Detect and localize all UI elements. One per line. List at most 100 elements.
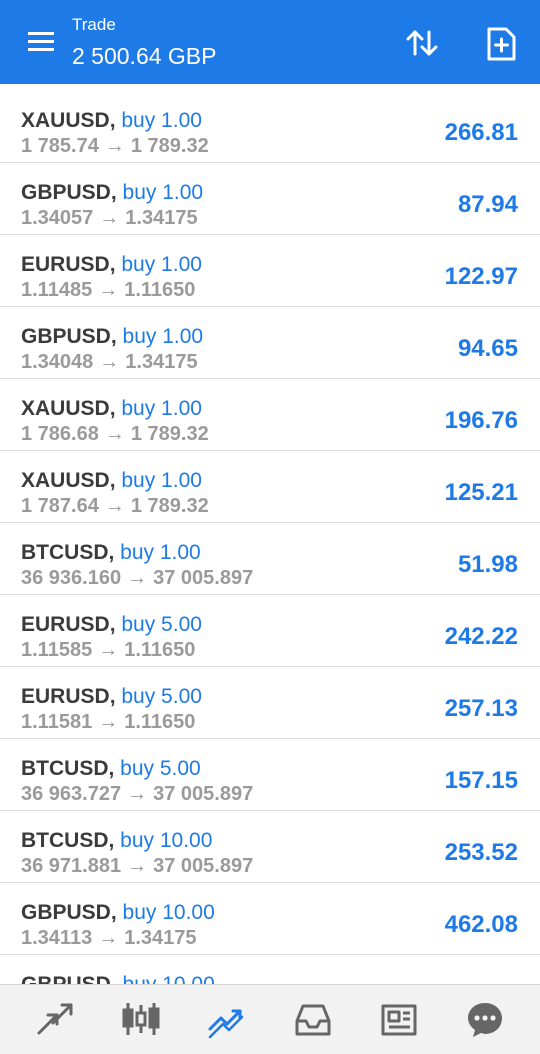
position-title: EURUSD, buy 1.00 [21,253,202,277]
position-prices: 1 786.68 → 1 789.32 [21,423,209,446]
arrow-right-icon: → [127,567,148,589]
separator: , [110,325,123,348]
separator: , [109,685,122,708]
position-profit: 266.81 [444,119,518,146]
position-profit: 242.22 [444,623,518,650]
open-price: 1.34048 [21,351,94,373]
arrow-right-icon: → [98,711,119,733]
position-symbol: GBPUSD [21,973,111,984]
position-symbol: XAUUSD [21,469,110,492]
position-side: buy 10.00 [120,829,213,852]
position-title: BTCUSD, buy 5.00 [21,757,201,781]
positions-list[interactable]: XAUUSD, buy 1.00 1 785.74 → 1 789.32 266.81 G… [0,84,540,984]
current-price: 1.34175 [124,927,197,949]
separator: , [108,541,121,564]
position-title: XAUUSD, buy 1.00 [21,109,202,133]
position-row[interactable]: GBPUSD, buy 1.00 1.34057 → 1.34175 87.94 [0,163,540,235]
position-side: buy 10.00 [123,973,215,984]
position-symbol: GBPUSD [21,901,111,924]
history-icon[interactable] [293,999,333,1039]
current-price: 1.34175 [125,207,198,229]
quotes-icon[interactable] [35,999,75,1039]
position-row[interactable]: EURUSD, buy 5.00 1.11581 → 1.11650 257.13 [0,667,540,739]
separator: , [111,973,123,984]
separator: , [110,181,123,204]
position-side: buy 10.00 [122,901,215,924]
current-price: 1.34175 [125,351,198,373]
position-row[interactable]: EURUSD, buy 5.00 1.11585 → 1.11650 242.22 [0,595,540,667]
arrow-right-icon: → [104,495,125,517]
open-price: 36 963.727 [21,783,122,805]
position-symbol: BTCUSD [21,757,109,780]
position-side: buy 1.00 [121,469,202,492]
position-row[interactable]: GBPUSD, buy 1.00 1.34048 → 1.34175 94.65 [0,307,540,379]
arrow-right-icon: → [104,423,125,445]
arrow-right-icon: → [99,207,120,229]
separator: , [109,109,122,132]
position-prices: 1.11581 → 1.11650 [21,711,195,734]
position-side: buy 1.00 [122,181,204,204]
separator: , [108,829,121,852]
chart-icon[interactable] [121,999,161,1039]
position-prices: 1 785.74 → 1 789.32 [21,135,209,158]
sort-icon[interactable] [402,24,442,64]
position-profit: 122.97 [444,263,518,290]
position-row[interactable]: EURUSD, buy 1.00 1.11485 → 1.11650 122.97 [0,235,540,307]
arrow-right-icon: → [98,639,119,661]
position-prices: 1.34113 → 1.34175 [21,927,197,950]
account-balance: 2 500.64 GBP [72,43,217,69]
position-prices: 36 936.160 → 37 005.897 [21,567,253,590]
position-title: GBPUSD, buy 1.00 [21,325,203,349]
current-price: 37 005.897 [153,567,254,589]
open-price: 36 971.881 [21,855,122,877]
separator: , [109,397,122,420]
top-app-bar: Trade 2 500.64 GBP [0,0,540,84]
position-side: buy 1.00 [120,541,201,564]
position-row[interactable]: BTCUSD, buy 10.00 36 971.881 → 37 005.897 25… [0,811,540,883]
current-price: 1 789.32 [130,423,209,445]
position-row[interactable]: XAUUSD, buy 1.00 1 787.64 → 1 789.32 125.21 [0,451,540,523]
position-profit: 253.52 [444,839,518,866]
position-title: EURUSD, buy 5.00 [21,685,202,709]
position-symbol: EURUSD [21,613,110,636]
position-profit: 462.08 [444,911,518,938]
menu-icon[interactable] [26,30,56,54]
arrow-right-icon: → [99,351,120,373]
page-title: Trade [72,15,116,34]
position-title: GBPUSD, buy 1.00 [21,181,203,205]
current-price: 37 005.897 [153,855,254,877]
new-order-icon[interactable] [482,24,522,64]
position-profit: 257.13 [444,695,518,722]
position-profit: 94.65 [457,335,518,362]
open-price: 1.11581 [21,711,93,733]
open-price: 1.34057 [21,207,94,229]
position-symbol: EURUSD [21,685,110,708]
position-symbol: BTCUSD [21,829,109,852]
separator: , [109,613,122,636]
position-title: BTCUSD, buy 1.00 [21,541,201,565]
position-row[interactable]: GBPUSD, buy 10.00 [0,955,540,984]
position-side: buy 5.00 [121,613,202,636]
position-prices: 36 963.727 → 37 005.897 [21,783,253,806]
position-side: buy 5.00 [120,757,201,780]
arrow-right-icon: → [98,927,119,949]
arrow-right-icon: → [127,783,148,805]
news-icon[interactable] [379,999,419,1039]
position-row[interactable]: XAUUSD, buy 1.00 1 786.68 → 1 789.32 196.76 [0,379,540,451]
open-price: 1.34113 [21,927,93,949]
current-price: 37 005.897 [153,783,254,805]
open-price: 1.11485 [21,279,93,301]
position-row[interactable]: XAUUSD, buy 1.00 1 785.74 → 1 789.32 266.81 [0,91,540,163]
current-price: 1.11650 [124,639,196,661]
position-row[interactable]: GBPUSD, buy 10.00 1.34113 → 1.34175 462.08 [0,883,540,955]
trade-icon[interactable] [207,999,247,1039]
position-row[interactable]: BTCUSD, buy 1.00 36 936.160 → 37 005.897 51.… [0,523,540,595]
position-side: buy 5.00 [121,685,202,708]
messages-icon[interactable] [465,999,505,1039]
position-profit: 125.21 [444,479,518,506]
open-price: 1 787.64 [21,495,99,517]
position-profit: 157.15 [444,767,518,794]
position-row[interactable]: BTCUSD, buy 5.00 36 963.727 → 37 005.897 157… [0,739,540,811]
position-symbol: BTCUSD [21,541,109,564]
bottom-navigation [0,984,540,1054]
